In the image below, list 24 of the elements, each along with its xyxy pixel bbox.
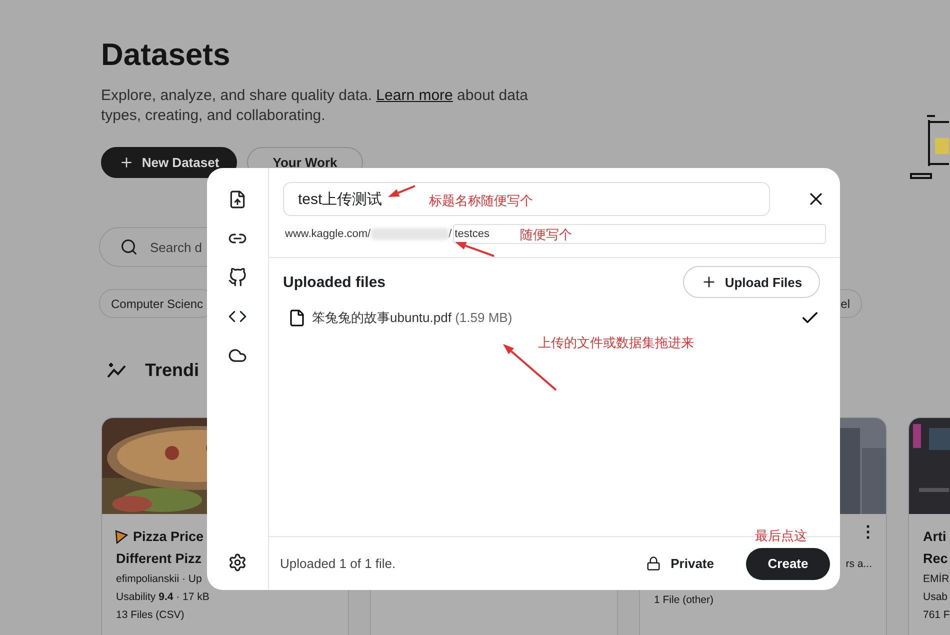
card-meta: rs a... [846, 557, 872, 572]
file-name: 笨兔兔的故事ubuntu.pdf (1.59 MB) [312, 309, 514, 327]
url-separator: / [448, 228, 452, 240]
card-title: Arti [923, 528, 946, 546]
card-title: Pizza Price [133, 528, 204, 546]
url-prefix: www.kaggle.com/ [285, 228, 371, 240]
card-meta: Usability 9.4 · 17 kB [116, 590, 210, 605]
annotation-text: 上传的文件或数据集拖进来 [538, 335, 694, 352]
uploaded-files-heading: Uploaded files [283, 274, 386, 290]
card-title: Rec [923, 550, 948, 568]
page-description: Explore, analyze, and share quality data. Learn more about data types, creating, and collaborating. [101, 86, 529, 126]
card-title: Different Pizz [116, 550, 202, 568]
card-meta: Usab [923, 590, 948, 605]
page-title: Datasets [101, 36, 232, 74]
annotation-text: 随便写个 [520, 227, 572, 244]
annotation-text: 最后点这 [755, 528, 807, 545]
card-meta: EMİR [923, 572, 950, 587]
card-meta: efimpolianskii · Up [116, 572, 202, 587]
annotation-text: 标题名称随便写个 [429, 193, 533, 210]
card-meta: 761 F [923, 608, 950, 623]
card-meta: 1 File (other) [654, 593, 714, 608]
card-meta: 13 Files (CSV) [116, 608, 184, 623]
section-title: Trendi [145, 360, 200, 381]
upload-status: Uploaded 1 of 1 file. [280, 556, 397, 571]
